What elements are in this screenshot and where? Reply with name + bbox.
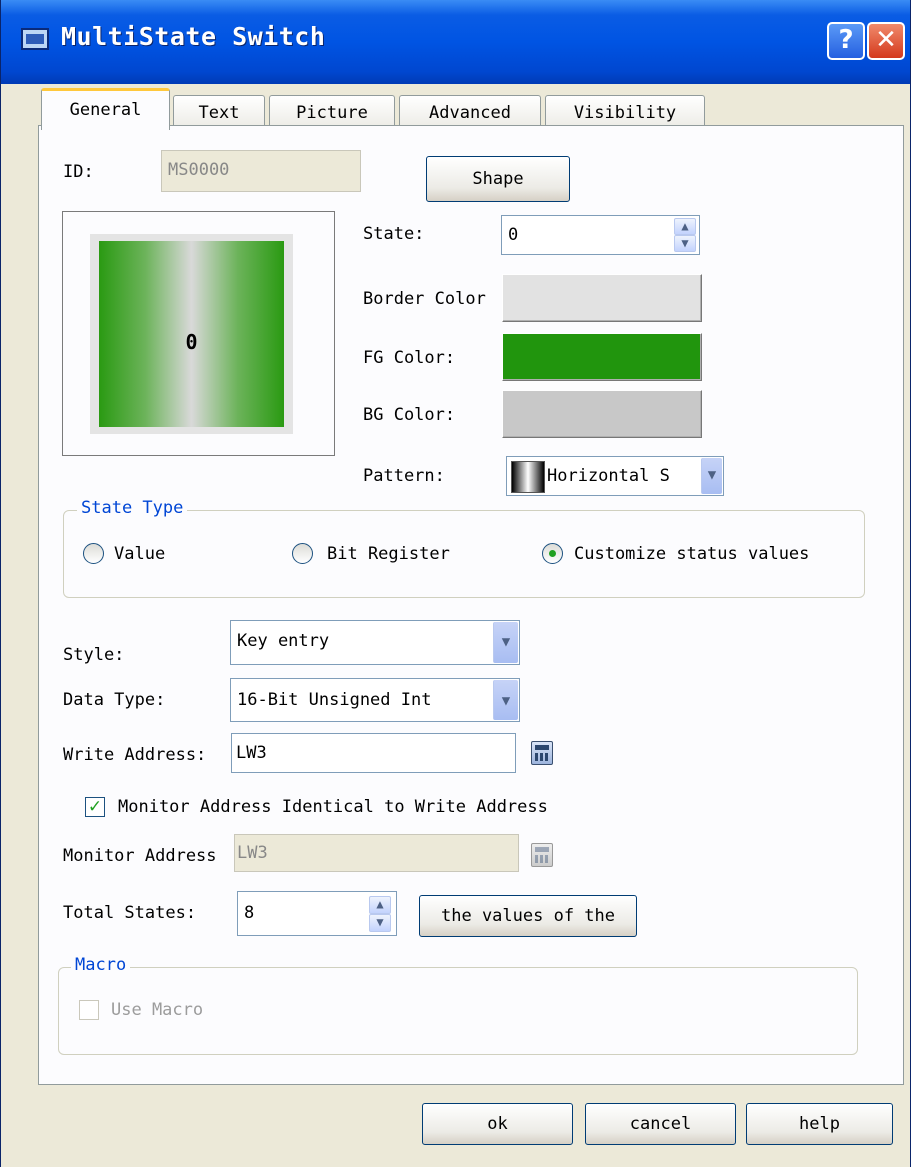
- use-macro-label: Use Macro: [111, 1000, 204, 1020]
- data-type-select[interactable]: 16-Bit Unsigned Int ▼: [230, 678, 520, 722]
- preview-border: 0: [90, 234, 293, 434]
- close-button[interactable]: ✕: [867, 22, 905, 60]
- window-title: MultiState Switch: [61, 22, 326, 51]
- cancel-button[interactable]: cancel: [585, 1103, 736, 1145]
- style-select[interactable]: Key entry ▼: [230, 620, 520, 665]
- pattern-label: Pattern:: [363, 466, 445, 486]
- monitor-identical-checkbox[interactable]: ✓: [85, 797, 105, 817]
- write-address-label: Write Address:: [63, 745, 207, 765]
- preview-state-text: 0: [185, 330, 198, 354]
- state-input[interactable]: 0: [501, 215, 700, 255]
- data-type-label: Data Type:: [63, 690, 166, 710]
- bg-color-label: BG Color:: [363, 405, 456, 425]
- total-states-label: Total States:: [63, 903, 197, 923]
- shape-button[interactable]: Shape: [426, 156, 570, 202]
- fg-color-label: FG Color:: [363, 348, 456, 368]
- chevron-down-icon[interactable]: ▼: [493, 680, 518, 720]
- state-label: State:: [363, 224, 425, 244]
- radio-customize-label[interactable]: Customize status values: [574, 544, 809, 564]
- state-type-title: State Type: [77, 498, 188, 518]
- pattern-select[interactable]: Horizontal S ▼: [506, 456, 724, 496]
- pattern-swatch-icon: [511, 461, 545, 493]
- radio-value[interactable]: [83, 543, 104, 564]
- data-type-value: 16-Bit Unsigned Int: [237, 690, 432, 710]
- ok-button[interactable]: ok: [422, 1103, 573, 1145]
- border-color-button[interactable]: [502, 274, 702, 322]
- state-value: 0: [508, 225, 519, 245]
- tab-advanced[interactable]: Advanced: [399, 95, 541, 129]
- write-address-input[interactable]: LW3: [231, 733, 516, 773]
- help-button[interactable]: help: [746, 1103, 893, 1145]
- chevron-down-icon[interactable]: ▼: [493, 622, 518, 663]
- id-label: ID:: [63, 162, 94, 182]
- tab-text[interactable]: Text: [173, 95, 265, 129]
- chevron-down-icon[interactable]: ▼: [701, 458, 722, 494]
- monitor-identical-label[interactable]: Monitor Address Identical to Write Addre…: [118, 797, 548, 817]
- radio-bit-register-label[interactable]: Bit Register: [327, 544, 450, 564]
- app-icon: [21, 28, 49, 50]
- dialog-window: MultiState Switch ? ✕ General Text Pictu…: [0, 0, 911, 1167]
- id-field: MS0000: [161, 150, 361, 192]
- style-value: Key entry: [237, 631, 330, 651]
- calculator-icon: [531, 843, 553, 867]
- radio-bit-register[interactable]: [292, 543, 313, 564]
- calculator-icon[interactable]: [531, 741, 553, 765]
- monitor-address-input: LW3: [234, 834, 519, 872]
- style-label: Style:: [63, 645, 125, 665]
- fg-color-button[interactable]: [502, 333, 702, 381]
- tab-picture[interactable]: Picture: [269, 95, 395, 129]
- title-bar[interactable]: MultiState Switch ? ✕: [1, 0, 910, 84]
- macro-title: Macro: [71, 955, 131, 975]
- state-spin-up[interactable]: ▲: [674, 218, 696, 235]
- state-values-button[interactable]: the values of the: [419, 895, 637, 937]
- use-macro-checkbox: [79, 1000, 99, 1020]
- total-states-spin-up[interactable]: ▲: [369, 896, 391, 914]
- state-spin-down[interactable]: ▼: [674, 235, 696, 252]
- radio-value-label[interactable]: Value: [114, 544, 165, 564]
- bg-color-button[interactable]: [502, 390, 702, 438]
- shape-preview-frame: 0: [62, 211, 335, 456]
- border-color-label: Border Color: [363, 289, 486, 309]
- tab-visibility[interactable]: Visibility: [545, 95, 705, 129]
- help-title-button[interactable]: ?: [827, 22, 865, 60]
- pattern-value: Horizontal S: [547, 466, 670, 486]
- total-states-spin-down[interactable]: ▼: [369, 914, 391, 932]
- monitor-address-label: Monitor Address: [63, 846, 217, 866]
- tab-general[interactable]: General: [41, 88, 170, 130]
- radio-customize-status-values[interactable]: [542, 543, 563, 564]
